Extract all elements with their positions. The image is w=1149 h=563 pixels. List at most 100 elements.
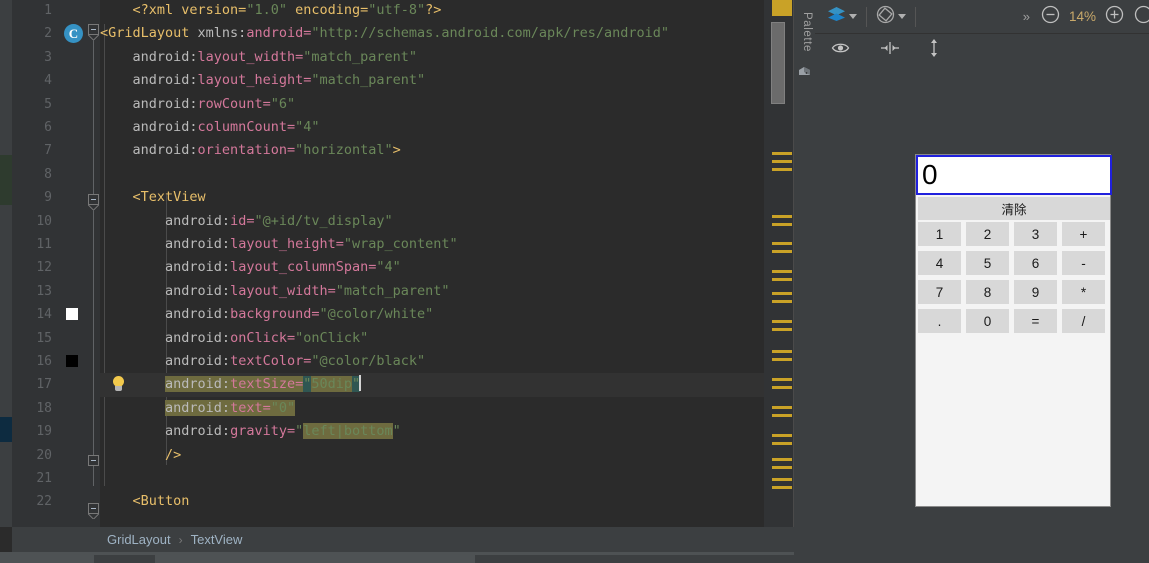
zoom-out-button[interactable] (1036, 2, 1065, 32)
error-stripe-mark[interactable] (772, 300, 792, 303)
keypad-button[interactable]: + (1062, 222, 1105, 246)
code-folding-column[interactable] (88, 0, 100, 527)
code-line[interactable]: /> (100, 444, 764, 467)
code-text-area[interactable]: <?xml version="1.0" encoding="utf-8"?> <G… (100, 0, 764, 527)
keypad-button[interactable]: 8 (966, 280, 1009, 304)
breadcrumb-item-textview[interactable]: TextView (190, 532, 244, 547)
class-marker-badge[interactable]: C (64, 24, 83, 44)
fold-toggle-button[interactable] (88, 503, 99, 514)
code-line[interactable]: android:rowCount="6" (100, 93, 764, 116)
code-line[interactable]: android:orientation="horizontal"> (100, 139, 764, 162)
toggle-visibility-button[interactable] (826, 38, 855, 63)
error-stripe-mark[interactable] (772, 328, 792, 331)
error-stripe-mark[interactable] (772, 152, 792, 155)
orientation-dropdown[interactable] (871, 2, 911, 32)
error-stripe-mark[interactable] (772, 378, 792, 381)
error-stripe-mark[interactable] (772, 160, 792, 163)
code-line[interactable]: android:id="@+id/tv_display" (100, 210, 764, 233)
device-preview-frame[interactable]: 0 清除 1 2 3 +4 5 6-7 8 9 *. 0 = / (915, 154, 1112, 507)
overflow-chevrons-icon[interactable]: » (1017, 9, 1036, 24)
stripe-marker-top[interactable] (772, 0, 792, 16)
error-stripe-mark[interactable] (772, 270, 792, 273)
error-stripe-mark[interactable] (772, 458, 792, 461)
keypad-button[interactable]: - (1062, 251, 1105, 275)
code-token: android: (132, 142, 198, 159)
breadcrumb[interactable]: GridLayout › TextView (12, 527, 794, 552)
error-stripe-mark[interactable] (772, 215, 792, 218)
error-stripe-mark[interactable] (772, 320, 792, 323)
code-line[interactable]: <?xml version="1.0" encoding="utf-8"?> (100, 0, 764, 22)
editor-scrollbar-thumb[interactable] (771, 22, 785, 104)
code-line[interactable]: android:onClick="onClick" (100, 327, 764, 350)
code-line[interactable]: android:layout_width="match_parent" (100, 46, 764, 69)
color-swatch-black[interactable] (66, 355, 78, 367)
error-stripe-mark[interactable] (772, 478, 792, 481)
fold-toggle-textview-end[interactable] (88, 455, 99, 466)
keypad-button[interactable]: 4 (918, 251, 961, 275)
zoom-fit-button[interactable] (1129, 2, 1149, 32)
code-token: 50dip (311, 376, 352, 393)
code-line[interactable]: android:text="0" (100, 397, 764, 420)
keypad-button[interactable]: 7 (918, 280, 961, 304)
error-stripe-mark[interactable] (772, 442, 792, 445)
error-stripe-mark[interactable] (772, 414, 792, 417)
error-stripe-mark[interactable] (772, 250, 792, 253)
code-line[interactable]: android:textSize="50dip" (100, 373, 764, 397)
color-swatch-white[interactable] (66, 308, 78, 321)
error-stripe-mark[interactable] (772, 168, 792, 171)
intention-bulb-icon[interactable] (112, 376, 125, 392)
fold-toggle-gridlayout[interactable] (88, 24, 99, 35)
design-mode-dropdown[interactable] (822, 3, 862, 30)
error-stripe-mark[interactable] (772, 350, 792, 353)
keypad-button[interactable]: 3 (1014, 222, 1057, 246)
fold-toggle-textview[interactable] (88, 194, 99, 205)
editor-gutter[interactable]: 1 2 3 4 5 6 7 8 9 10 11 12 13 14 15 16 17 18 19 20 21 22 C (12, 0, 100, 527)
keypad-button[interactable]: 9 (1014, 280, 1057, 304)
code-line[interactable] (100, 163, 764, 186)
code-line[interactable]: android:background="@color/white" (100, 303, 764, 326)
code-line[interactable]: android:gravity="left|bottom" (100, 420, 764, 443)
code-line[interactable]: android:columnCount="4" (100, 116, 764, 139)
code-line[interactable]: <TextView (100, 186, 764, 209)
code-line[interactable]: android:layout_columnSpan="4" (100, 256, 764, 279)
error-stripe-mark[interactable] (772, 386, 792, 389)
error-stripe-mark[interactable] (772, 406, 792, 409)
error-stripe-marker-column[interactable] (764, 0, 794, 527)
code-token: layout_height= (197, 72, 312, 89)
code-line[interactable]: <GridLayout xmlns:android="http://schema… (100, 22, 764, 45)
code-line[interactable] (100, 467, 764, 490)
palette-tool-tab[interactable]: Palette (794, 0, 815, 563)
code-line[interactable]: android:layout_width="match_parent" (100, 280, 764, 303)
zoom-in-button[interactable] (1100, 2, 1129, 32)
horizontal-constraint-button[interactable] (874, 38, 906, 63)
keypad-button[interactable]: 1 (918, 222, 961, 246)
clear-button[interactable]: 清除 (918, 197, 1110, 220)
keypad-button[interactable]: 6 (1014, 251, 1057, 275)
line-number: 4 (44, 73, 52, 89)
breadcrumb-item-gridlayout[interactable]: GridLayout (106, 532, 172, 547)
keypad-button[interactable]: 5 (966, 251, 1009, 275)
vertical-constraint-button[interactable] (922, 35, 946, 66)
error-stripe-mark[interactable] (772, 466, 792, 469)
error-stripe-mark[interactable] (772, 223, 792, 226)
error-stripe-mark[interactable] (772, 358, 792, 361)
error-stripe-mark[interactable] (772, 242, 792, 245)
error-stripe-mark[interactable] (772, 434, 792, 437)
error-stripe-mark[interactable] (772, 486, 792, 489)
keypad-button[interactable]: . (918, 309, 961, 333)
code-line[interactable]: android:layout_height="match_parent" (100, 69, 764, 92)
code-line[interactable]: <Button (100, 490, 764, 513)
error-stripe-mark[interactable] (772, 292, 792, 295)
keypad-button[interactable]: = (1014, 309, 1057, 333)
design-preview-pane: » 14% 0 清除 1 2 3 + 4 5 6 - 7 8 9 * . 0 =… (815, 0, 1149, 563)
code-line[interactable]: android:layout_height="wrap_content" (100, 233, 764, 256)
horizontal-arrows-icon (879, 41, 901, 60)
error-stripe-mark[interactable] (772, 278, 792, 281)
keypad-button[interactable]: / (1062, 309, 1105, 333)
display-textview[interactable]: 0 (916, 155, 1112, 195)
keypad-button[interactable]: 0 (966, 309, 1009, 333)
keypad-button[interactable]: 2 (966, 222, 1009, 246)
keypad-button[interactable]: * (1062, 280, 1105, 304)
design-canvas[interactable]: 0 清除 123+456-789*.0=/ a2009a11a29 https:… (815, 67, 1149, 563)
code-line[interactable]: android:textColor="@color/black" (100, 350, 764, 373)
